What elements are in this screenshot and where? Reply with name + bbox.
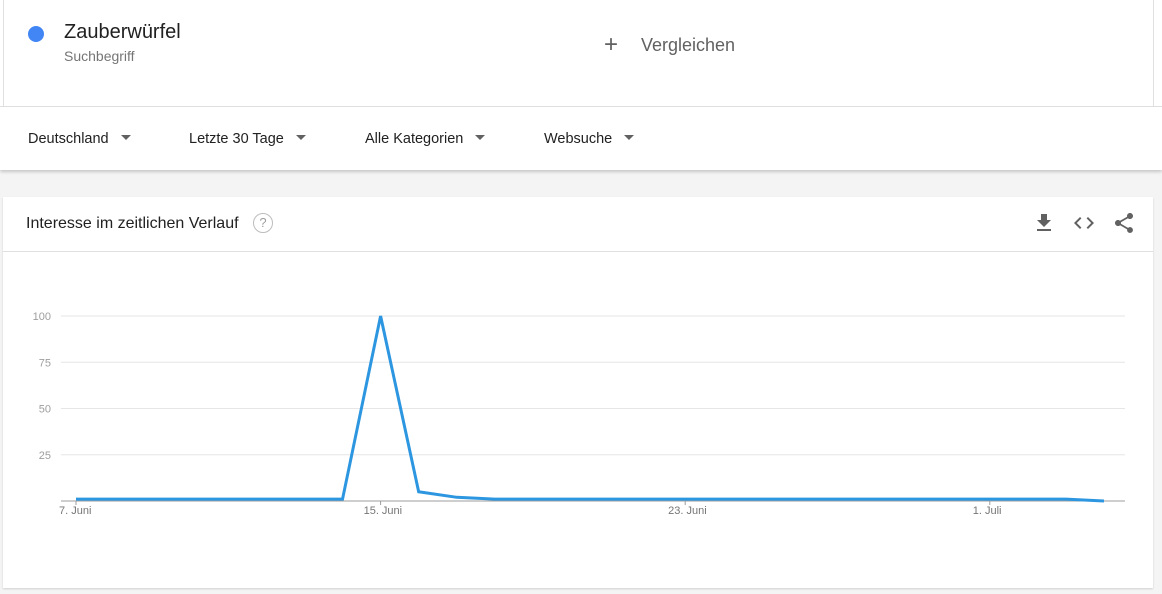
chevron-down-icon [624,134,635,140]
x-tick-label: 23. Juni [668,505,707,517]
search-type-filter-label: Websuche [544,131,613,147]
term-bar: Zauberwürfel Suchbegriff + Vergleichen [0,0,1162,107]
x-tick-label: 1. Juli [973,505,1002,517]
search-type-filter[interactable]: Websuche [544,131,635,147]
region-filter-label: Deutschland [28,131,109,147]
search-term-card[interactable]: Zauberwürfel Suchbegriff [3,0,579,106]
y-tick-label: 50 [39,404,51,416]
y-tick-label: 75 [39,357,51,369]
y-tick-label: 25 [39,450,51,462]
x-tick-label: 7. Juni [59,505,91,517]
chevron-down-icon [475,134,486,140]
term-color-dot [28,26,44,42]
term-type: Suchbegriff [64,48,135,64]
chevron-down-icon [295,134,306,140]
y-tick-label: 100 [33,311,51,323]
chevron-down-icon [120,134,131,140]
filter-bar: Deutschland Letzte 30 Tage Alle Kategori… [0,107,1162,170]
category-filter[interactable]: Alle Kategorien [365,131,486,147]
plus-icon[interactable]: + [604,31,618,59]
interest-over-time-card: Interesse im zeitlichen Verlauf ? 25 50 75… [3,197,1153,588]
term-name: Zauberwürfel [64,21,181,43]
x-tick-label: 15. Juni [364,505,403,517]
compare-button[interactable]: Vergleichen [641,35,735,56]
category-filter-label: Alle Kategorien [365,131,464,147]
region-filter[interactable]: Deutschland [28,131,131,147]
time-filter[interactable]: Letzte 30 Tage [189,131,306,147]
line-chart: 25 50 75 100 7. Juni 15. Juni 23. Juni 1. Juli [33,311,1125,517]
time-filter-label: Letzte 30 Tage [189,131,284,147]
